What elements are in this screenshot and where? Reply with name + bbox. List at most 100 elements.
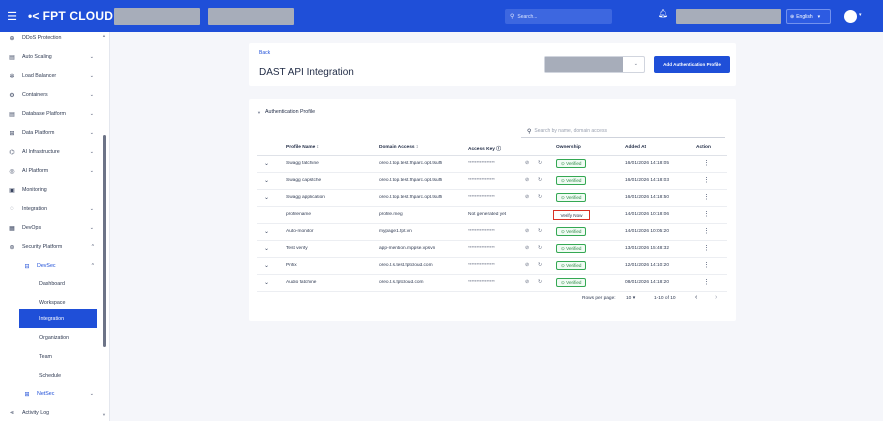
more-actions-icon[interactable]: ⋮	[703, 159, 710, 167]
hide-key-icon[interactable]: ⊘	[525, 177, 529, 183]
hide-key-icon[interactable]: ⊘	[525, 228, 529, 234]
regenerate-icon[interactable]: ↻	[538, 245, 542, 251]
regenerate-icon[interactable]: ↻	[538, 177, 542, 183]
table-search-input[interactable]: ⚲ Search by name, domain access	[521, 125, 725, 138]
avatar[interactable]	[844, 10, 857, 23]
status-badge: ⊙ Verified	[556, 176, 587, 185]
hide-key-icon[interactable]: ⊘	[525, 245, 529, 251]
chevron-down-icon[interactable]: ⌄	[264, 245, 269, 252]
sidebar-subitem-schedule[interactable]: Schedule	[39, 367, 61, 385]
sidebar-item-ai-platform[interactable]: ◎ AI Platform ⌄	[0, 162, 100, 180]
database-icon: ▤	[9, 111, 15, 118]
containers-icon: ⚙	[9, 92, 15, 99]
chevron-down-icon: ⌄	[633, 61, 638, 67]
sidebar-item-containers[interactable]: ⚙ Containers ⌄	[0, 86, 100, 104]
logo[interactable]: •< FPT CLOUD	[28, 0, 113, 32]
column-header-domain-access[interactable]: Domain Access ↕	[379, 145, 418, 150]
chevron-down-icon[interactable]: ⌄	[264, 160, 269, 167]
next-page-button[interactable]: ›	[715, 294, 717, 301]
chevron-down-icon: ⌄	[89, 130, 94, 136]
rows-per-page-select[interactable]: 10 ▾	[626, 296, 635, 301]
chevron-down-icon[interactable]: ⌄	[264, 262, 269, 269]
regenerate-icon[interactable]: ↻	[538, 262, 542, 268]
sidebar-item-netsec[interactable]: ⊞ NetSec ⌄	[20, 385, 100, 403]
chevron-down-icon[interactable]: ⌄	[264, 228, 269, 235]
data-platform-icon: ⊞	[9, 130, 15, 137]
more-actions-icon[interactable]: ⋮	[703, 261, 710, 269]
sidebar-item-database-platform[interactable]: ▤ Database Platform ⌄	[0, 105, 100, 123]
sidebar-item-ddos-protection[interactable]: ⊕ DDoS Protection	[0, 29, 100, 47]
scroll-up-arrow-icon[interactable]: ▲	[102, 33, 106, 38]
sidebar-item-security-platform[interactable]: ⊛ Security Platform ^	[0, 238, 100, 256]
integration-icon: ◌	[10, 206, 14, 212]
domain-access: oreo.t.top.test.fhparc.opt.tsuffi	[379, 161, 443, 166]
sidebar-item-ai-infrastructure[interactable]: ⌬ AI Infrastructure ⌄	[0, 143, 100, 161]
sidebar-subitem-organization[interactable]: Organization	[39, 329, 69, 347]
hamburger-icon[interactable]: ☰	[0, 0, 24, 32]
status-badge-label: Verified	[566, 246, 582, 251]
sidebar-subitem-dashboard[interactable]: Dashboard	[39, 275, 65, 293]
add-authentication-profile-button[interactable]: Add Authentication Profile	[654, 56, 730, 73]
status-badge-label: Verified	[566, 195, 582, 200]
chevron-down-icon[interactable]: ⌄	[264, 279, 269, 286]
back-link[interactable]: Back	[259, 50, 270, 56]
column-header-profile-name[interactable]: Profile Name ↕	[286, 145, 319, 150]
regenerate-icon[interactable]: ↻	[538, 279, 542, 285]
more-actions-icon[interactable]: ⋮	[703, 227, 710, 235]
domain-access: profile.meg	[379, 212, 403, 217]
hide-key-icon[interactable]: ⊘	[525, 262, 529, 268]
authentication-profile-card: ▼ Authentication Profile ⚲ Search by nam…	[249, 99, 736, 321]
more-actions-icon[interactable]: ⋮	[703, 193, 710, 201]
sidebar-item-integration[interactable]: ◌ Integration ⌄	[0, 200, 100, 218]
sidebar-item-load-balancer[interactable]: ✲ Load Balancer ⌄	[0, 67, 100, 85]
previous-page-button[interactable]: ‹	[695, 294, 697, 301]
globe-icon: ⊕	[790, 13, 795, 20]
access-key: ****************	[468, 229, 495, 234]
verify-now-button[interactable]: Verify Now	[553, 210, 590, 220]
access-key: ****************	[468, 178, 495, 183]
sidebar-item-auto-scaling[interactable]: ▤ Auto Scaling ⌄	[0, 48, 100, 66]
regenerate-icon[interactable]: ↻	[538, 160, 542, 166]
status-badge-label: Verified	[566, 161, 582, 166]
sidebar-scrollbar[interactable]	[103, 135, 106, 347]
hide-key-icon[interactable]: ⊘	[525, 160, 529, 166]
ai-infrastructure-icon: ⌬	[9, 149, 15, 156]
status-badge: ⊙ Verified	[556, 244, 587, 253]
status-badge-label: Verified	[566, 178, 582, 183]
bell-icon[interactable]: 🔔︎	[658, 9, 668, 18]
redacted-region	[114, 8, 200, 25]
more-actions-icon[interactable]: ⋮	[703, 176, 710, 184]
more-actions-icon[interactable]: ⋮	[703, 278, 710, 286]
scroll-down-arrow-icon[interactable]: ▼	[102, 412, 106, 417]
sidebar-item-monitoring[interactable]: ▣ Monitoring	[0, 181, 100, 199]
column-header-access-key: Access Key ⓘ	[468, 147, 502, 152]
rows-per-page-label: Rows per page:	[582, 296, 616, 301]
added-at: 14/01/2026 10:05:20	[625, 229, 670, 234]
sidebar-subitem-integration[interactable]: Integration	[19, 309, 97, 328]
sidebar-item-label: DDoS Protection	[22, 35, 62, 41]
rows-per-page-value: 10	[626, 296, 632, 301]
sidebar-item-devops[interactable]: ▦ DevOps ⌄	[0, 219, 100, 237]
hide-key-icon[interactable]: ⊘	[525, 279, 529, 285]
sidebar-item-data-platform[interactable]: ⊞ Data Platform ⌄	[0, 124, 100, 142]
sidebar-item-devsec[interactable]: ⊟ DevSec ^	[20, 257, 100, 275]
more-actions-icon[interactable]: ⋮	[703, 244, 710, 252]
profile-name: Swagg fatchine	[286, 161, 319, 166]
more-actions-icon[interactable]: ⋮	[703, 210, 710, 218]
chevron-down-icon[interactable]: ▾	[859, 12, 862, 18]
regenerate-icon[interactable]: ↻	[538, 228, 542, 234]
language-selector[interactable]: ⊕ English ▾	[786, 9, 831, 24]
sidebar-item-activity-log[interactable]: ⫷ Activity Log	[0, 404, 100, 421]
sidebar-subitem-team[interactable]: Team	[39, 348, 52, 366]
section-header[interactable]: ▼ Authentication Profile	[257, 109, 315, 115]
chevron-down-icon[interactable]: ⌄	[264, 177, 269, 184]
global-search-input[interactable]: ⚲ Search...	[505, 9, 612, 24]
sidebar-item-label: NetSec	[37, 391, 55, 397]
chevron-down-icon: ⌄	[89, 92, 94, 98]
sidebar-item-label: DevOps	[22, 225, 42, 231]
status-badge: ⊙ Verified	[556, 193, 587, 202]
regenerate-icon[interactable]: ↻	[538, 194, 542, 200]
profile-select[interactable]: ⌄	[544, 56, 645, 73]
hide-key-icon[interactable]: ⊘	[525, 194, 529, 200]
chevron-down-icon[interactable]: ⌄	[264, 194, 269, 201]
